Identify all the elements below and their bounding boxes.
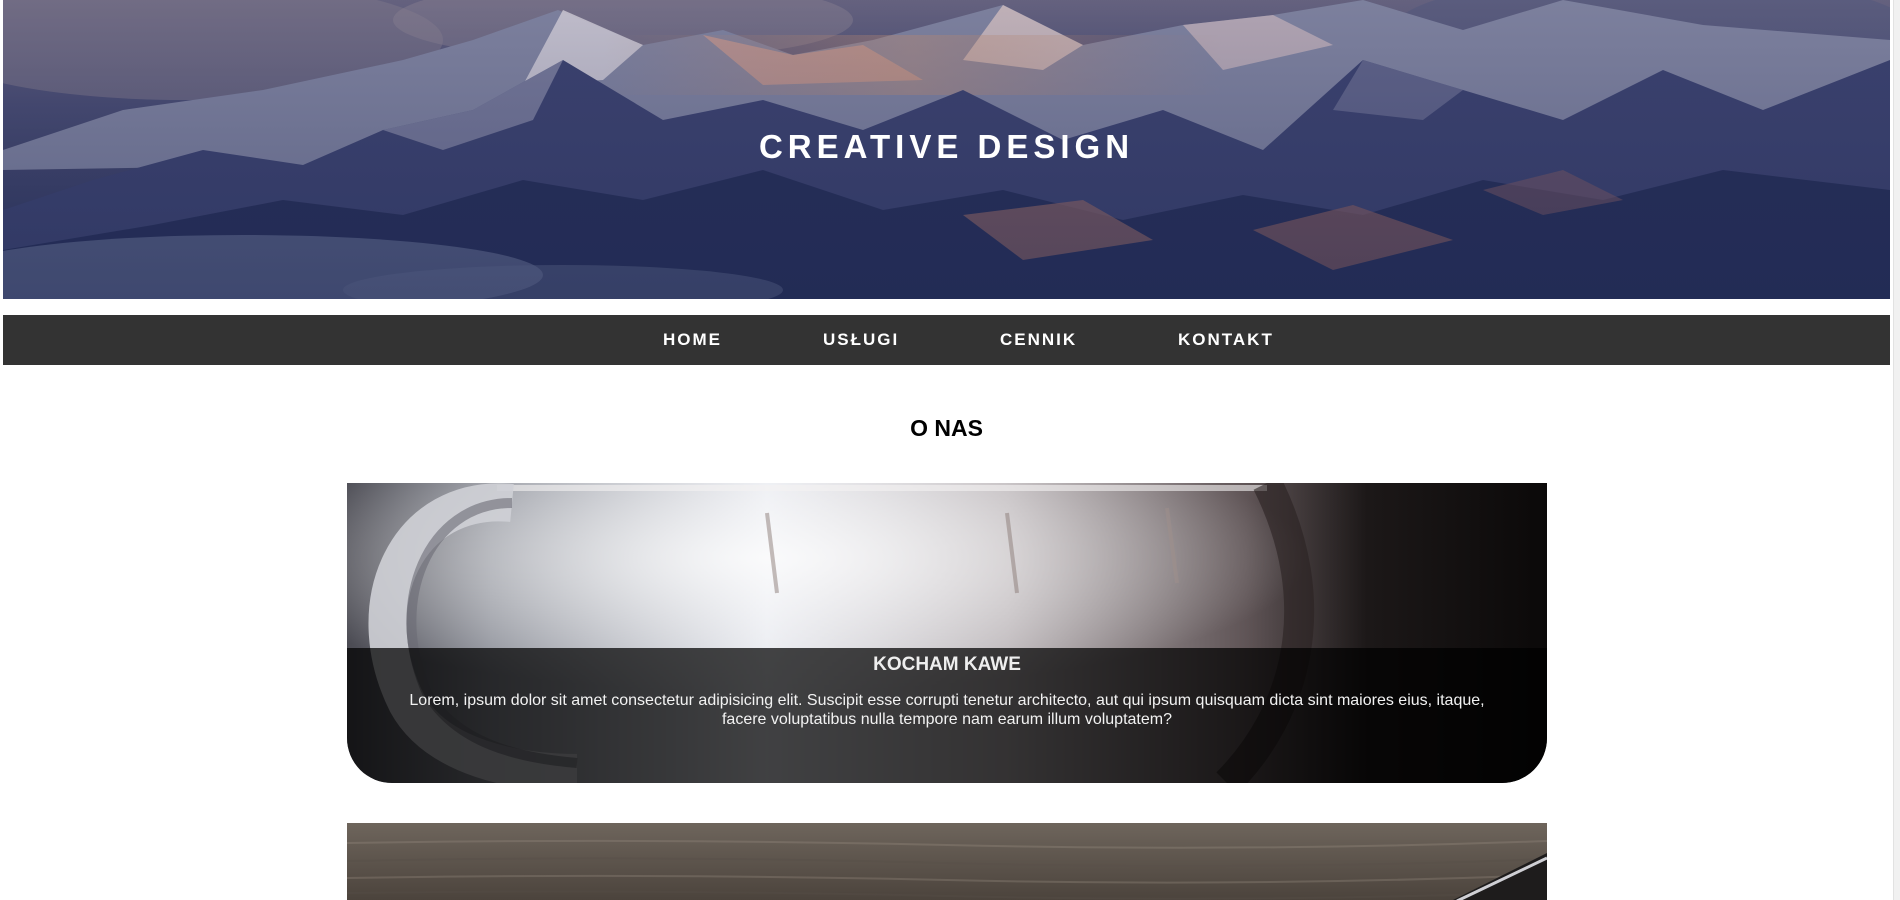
page: CREATIVE DESIGN HOME USŁUGI CENNIK KONTA… <box>0 0 1900 900</box>
site-title: CREATIVE DESIGN <box>758 128 1135 165</box>
nav-item-cennik[interactable]: CENNIK <box>1000 315 1077 365</box>
main-navigation: HOME USŁUGI CENNIK KONTAKT <box>3 315 1890 365</box>
page-scrollbar[interactable] <box>1893 0 1900 900</box>
section-title-about: O NAS <box>910 415 983 441</box>
hero-banner: CREATIVE DESIGN <box>3 0 1890 299</box>
nav-item-uslugi[interactable]: USŁUGI <box>823 315 899 365</box>
card-title: KOCHAM KAWE <box>873 654 1021 675</box>
card-text: Lorem, ipsum dolor sit amet consectetur … <box>409 692 1485 728</box>
wooden-desk-image <box>347 823 1547 900</box>
card-caption: KOCHAM KAWE Lorem, ipsum dolor sit amet … <box>347 648 1547 783</box>
about-card-2 <box>347 823 1547 900</box>
nav-item-home[interactable]: HOME <box>663 315 722 365</box>
about-card: KOCHAM KAWE Lorem, ipsum dolor sit amet … <box>347 483 1547 783</box>
nav-item-kontakt[interactable]: KONTAKT <box>1178 315 1274 365</box>
